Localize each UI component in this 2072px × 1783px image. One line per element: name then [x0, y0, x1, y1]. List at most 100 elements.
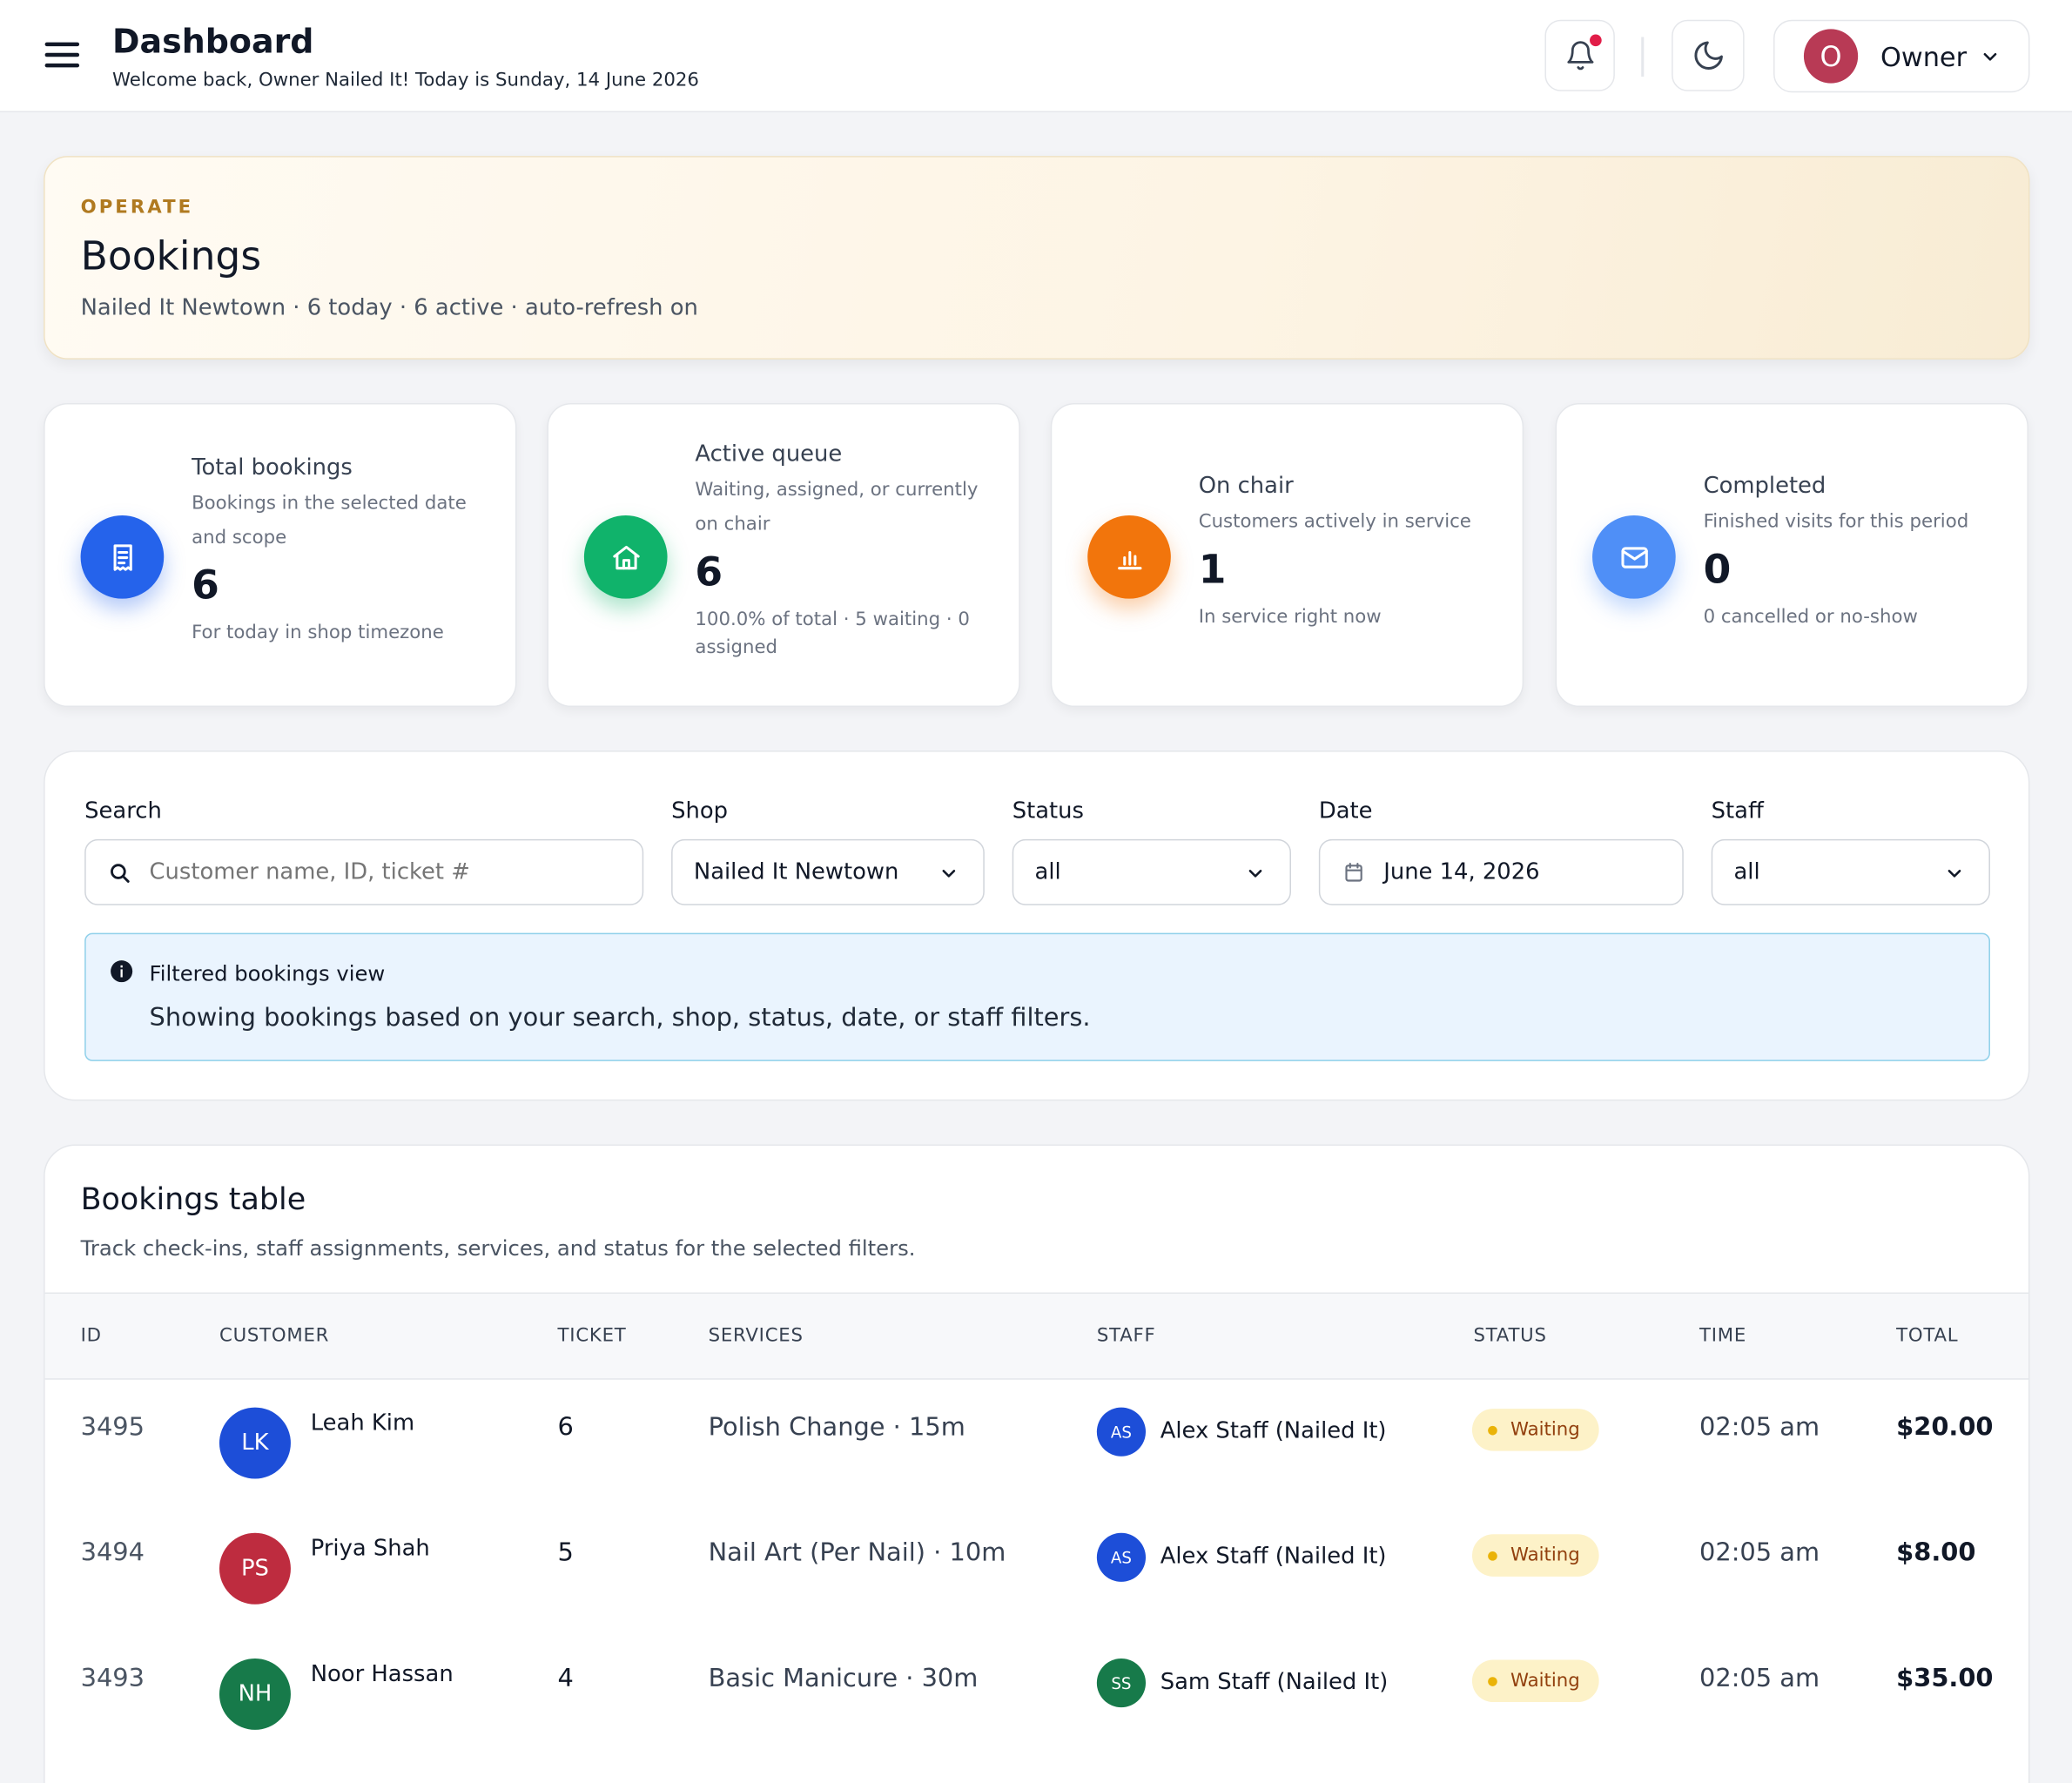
table-row[interactable]: 3494 PS Priya Shah 5 Nail Art (Per Nail)…: [45, 1505, 2028, 1631]
chevron-down-icon: [1948, 870, 1961, 878]
column-header-services[interactable]: SERVICES: [709, 1325, 804, 1346]
customer-name[interactable]: Leah Kim: [311, 1410, 414, 1436]
search-icon: [111, 864, 130, 883]
search-input[interactable]: [149, 858, 612, 885]
column-header-customer[interactable]: CUSTOMER: [219, 1325, 329, 1346]
stat-card-on-chair: On chair Customers actively in service 1…: [1050, 402, 1524, 708]
chevron-down-icon: [942, 870, 956, 878]
stat-body: Active queue Waiting, assigned, or curre…: [695, 441, 992, 662]
theme-toggle-button[interactable]: [1672, 19, 1745, 91]
status-text: Waiting: [1510, 1544, 1580, 1566]
stat-value: 1: [1198, 547, 1227, 594]
search-field[interactable]: [84, 838, 644, 905]
app-root: Dashboard Welcome back, Owner Nailed It!…: [0, 0, 2072, 1783]
table-subtitle: Track check-ins, staff assignments, serv…: [80, 1235, 916, 1262]
ticket-number: 4: [557, 1664, 574, 1693]
service: Nail Art (Per Nail) · 10m: [708, 1537, 1006, 1568]
section-eyebrow: OPERATE: [80, 197, 194, 219]
user-menu-button[interactable]: O Owner: [1773, 19, 2030, 93]
stat-footnote: 0 cancelled or no-show: [1703, 606, 1918, 629]
staff-select-value: all: [1733, 858, 1760, 885]
chevron-down-icon: [1984, 52, 1997, 60]
staff-avatar: SS: [1096, 1658, 1147, 1708]
search-label: Search: [84, 797, 162, 825]
stat-body: Completed Finished visits for this perio…: [1704, 473, 2001, 631]
status-dot: [1488, 1551, 1497, 1560]
stat-footnote: In service right now: [1198, 606, 1382, 629]
moon-icon: [1693, 41, 1723, 70]
column-header-total[interactable]: TOTAL: [1896, 1325, 1958, 1346]
shop-label: Shop: [671, 797, 729, 825]
status-text: Waiting: [1510, 1419, 1580, 1441]
staff-name: Alex Staff (Nailed It): [1160, 1417, 1387, 1445]
status-label: Status: [1012, 797, 1084, 825]
status-select-value: all: [1034, 858, 1061, 885]
stat-label: Active queue: [695, 441, 843, 468]
column-header-time[interactable]: TIME: [1699, 1325, 1746, 1346]
customer-name[interactable]: Noor Hassan: [311, 1661, 454, 1687]
status-text: Waiting: [1510, 1670, 1580, 1692]
calendar-icon: [1345, 863, 1362, 882]
bookings-hero: OPERATE Bookings Nailed It Newtown · 6 t…: [44, 156, 2030, 360]
ticket-number: 5: [557, 1537, 574, 1568]
mail-icon: [1592, 515, 1676, 599]
booking-time: 02:05 am: [1699, 1664, 1820, 1693]
date-value: June 14, 2026: [1383, 858, 1540, 885]
stat-body: On chair Customers actively in service 1…: [1199, 473, 1497, 631]
service: Polish Change · 15m: [708, 1412, 965, 1443]
status-badge: Waiting: [1471, 1409, 1598, 1451]
booking-total: $20.00: [1896, 1412, 1994, 1443]
staff-name: Sam Staff (Nailed It): [1160, 1669, 1389, 1696]
stat-card-total-bookings: Total bookings Bookings in the selected …: [44, 402, 517, 708]
notification-dot: [1590, 34, 1602, 47]
stat-card-active-queue: Active queue Waiting, assigned, or curre…: [547, 402, 1020, 708]
staff-avatar: AS: [1096, 1407, 1147, 1457]
section-subtitle: Nailed It Newtown · 6 today · 6 active ·…: [80, 294, 698, 321]
staff-select[interactable]: all: [1711, 838, 1990, 905]
stat-value: 0: [1703, 547, 1732, 594]
menu-icon[interactable]: [44, 42, 80, 69]
column-header-status[interactable]: STATUS: [1473, 1325, 1546, 1346]
status-badge: Waiting: [1471, 1659, 1598, 1703]
stat-footnote: 100.0% of total · 5 waiting · 0 assigned: [695, 609, 970, 658]
top-bar: Dashboard Welcome back, Owner Nailed It!…: [0, 0, 2072, 113]
stat-footnote: For today in shop timezone: [192, 622, 444, 644]
column-header-staff[interactable]: STAFF: [1097, 1325, 1156, 1346]
notifications-button[interactable]: [1544, 19, 1615, 91]
shop-select[interactable]: Nailed It Newtown: [671, 838, 985, 905]
booking-total: $35.00: [1896, 1664, 1994, 1693]
status-badge: Waiting: [1471, 1534, 1598, 1577]
status-select[interactable]: all: [1012, 838, 1291, 905]
user-avatar: O: [1803, 29, 1859, 84]
service: Basic Manicure · 30m: [708, 1664, 979, 1693]
bookings-table-card: Bookings table Track check-ins, staff as…: [44, 1144, 2030, 1783]
date-picker[interactable]: June 14, 2026: [1318, 838, 1684, 905]
staff-label: Staff: [1711, 797, 1764, 825]
home-icon: [583, 515, 668, 599]
alert-title: Filtered bookings view: [149, 960, 386, 986]
stat-description: Finished visits for this period: [1703, 511, 1969, 533]
welcome-message: Welcome back, Owner Nailed It! Today is …: [112, 70, 699, 91]
customer-name[interactable]: Priya Shah: [311, 1536, 430, 1562]
customer-avatar: LK: [219, 1407, 291, 1479]
table-row[interactable]: 3495 LK Leah Kim 6 Polish Change · 15m A…: [45, 1380, 2028, 1505]
stat-description: Customers actively in service: [1198, 511, 1471, 533]
stat-card-completed: Completed Finished visits for this perio…: [1555, 402, 2028, 708]
customer-avatar: PS: [219, 1532, 291, 1605]
filters-card: Search Shop Nailed It Newtown Status all…: [44, 750, 2030, 1101]
divider: [1641, 37, 1645, 77]
shop-select-value: Nailed It Newtown: [693, 858, 899, 885]
page-title: Dashboard: [112, 22, 314, 61]
booking-id: 3495: [80, 1412, 145, 1443]
column-header-id[interactable]: ID: [81, 1325, 102, 1346]
ticket-number: 6: [557, 1412, 574, 1443]
alert-text: Showing bookings based on your search, s…: [149, 1003, 1091, 1033]
stat-label: Total bookings: [192, 454, 353, 481]
section-title: Bookings: [80, 233, 262, 280]
status-dot: [1488, 1425, 1497, 1435]
stat-value: 6: [695, 549, 723, 596]
stat-description: Waiting, assigned, or currently on chair: [695, 479, 979, 535]
table-row[interactable]: 3493 NH Noor Hassan 4 Basic Manicure · 3…: [45, 1631, 2028, 1756]
column-header-ticket[interactable]: TICKET: [558, 1325, 627, 1346]
table-title: Bookings table: [80, 1182, 306, 1217]
